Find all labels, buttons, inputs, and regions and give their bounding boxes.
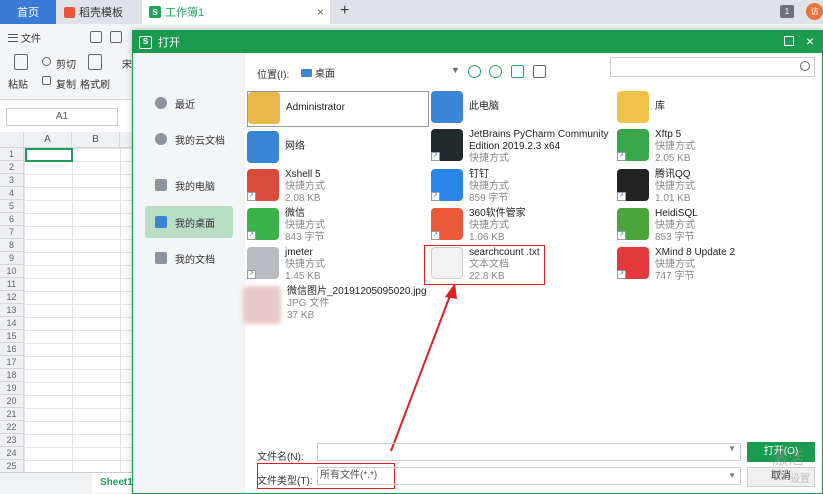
- copy-icon[interactable]: [42, 76, 51, 85]
- tab-template-label: 稻壳模板: [79, 7, 123, 19]
- row-header[interactable]: 8: [0, 239, 24, 252]
- row-header[interactable]: 4: [0, 187, 24, 200]
- file-menu-button[interactable]: 文件: [8, 30, 41, 45]
- format-painter-icon[interactable]: [88, 54, 102, 70]
- sheet-tab[interactable]: Sheet1: [92, 473, 133, 493]
- column-header-c[interactable]: [120, 132, 132, 148]
- activation-watermark-sub: 设置: [790, 474, 810, 485]
- row-header[interactable]: 20: [0, 395, 24, 408]
- column-header-b[interactable]: B: [72, 132, 120, 148]
- row-header[interactable]: 11: [0, 278, 24, 291]
- row-header[interactable]: 12: [0, 291, 24, 304]
- filename-label: 文件名(N):: [257, 452, 304, 463]
- cell-area[interactable]: [24, 148, 132, 472]
- docer-icon: [64, 6, 75, 18]
- row-header[interactable]: 1: [0, 148, 24, 161]
- row-header[interactable]: 21: [0, 408, 24, 421]
- font-name-box[interactable]: 宋: [122, 56, 132, 71]
- corner-cell[interactable]: [0, 132, 24, 148]
- chevron-down-icon[interactable]: ▼: [728, 468, 736, 484]
- row-header[interactable]: 6: [0, 213, 24, 226]
- sheet-tab-bar: Sheet1: [0, 472, 133, 494]
- file-menu-label: 文件: [21, 34, 41, 45]
- close-icon[interactable]: ×: [317, 5, 324, 19]
- row-header[interactable]: 3: [0, 174, 24, 187]
- spreadsheet-grid[interactable]: A B 1 2 3 4 5 6 7 8 9 10 11 12 13 14 15 16 17 18 19 20 21 22 2…: [0, 132, 132, 473]
- add-tab-icon[interactable]: +: [340, 2, 349, 20]
- selected-cell[interactable]: [25, 148, 73, 162]
- row-header[interactable]: 5: [0, 200, 24, 213]
- row-header[interactable]: 23: [0, 434, 24, 447]
- tab-template[interactable]: 稻壳模板: [58, 0, 140, 24]
- tab-workbook[interactable]: S 工作簿1 ×: [142, 0, 330, 24]
- tab-bar: 首页 稻壳模板 S 工作簿1 × + 1 访: [0, 0, 823, 24]
- row-header[interactable]: 19: [0, 382, 24, 395]
- save-icon[interactable]: [90, 31, 102, 43]
- row-header[interactable]: 2: [0, 161, 24, 174]
- row-header[interactable]: 7: [0, 226, 24, 239]
- column-header-a[interactable]: A: [24, 132, 72, 148]
- row-header[interactable]: 18: [0, 369, 24, 382]
- window-count-badge[interactable]: 1: [780, 5, 794, 18]
- paste-label[interactable]: 粘贴: [8, 76, 28, 91]
- red-arrow: [390, 283, 457, 452]
- arrow-head: [445, 283, 457, 299]
- open-file-dialog: S 打开 × 最近 我的云文档 我的电脑 我的桌面 我的文档 位置(I): 桌面…: [132, 30, 823, 494]
- scissors-icon[interactable]: [42, 57, 51, 66]
- row-header[interactable]: 10: [0, 265, 24, 278]
- copy-label[interactable]: 复制: [56, 76, 76, 91]
- row-header[interactable]: 24: [0, 447, 24, 460]
- filetype-select[interactable]: 所有文件(*.*) ▼: [317, 467, 741, 485]
- row-header[interactable]: 16: [0, 343, 24, 356]
- tab-home[interactable]: 首页: [0, 0, 56, 24]
- cut-label[interactable]: 剪切: [56, 56, 76, 71]
- paste-icon[interactable]: [14, 54, 28, 70]
- arrow-line: [390, 292, 452, 452]
- menu-icon: [8, 33, 18, 42]
- filetype-value: 所有文件(*.*): [320, 470, 378, 481]
- row-header[interactable]: 17: [0, 356, 24, 369]
- row-header[interactable]: 14: [0, 317, 24, 330]
- avatar[interactable]: 访: [806, 3, 823, 20]
- row-header[interactable]: 13: [0, 304, 24, 317]
- spreadsheet-icon: S: [149, 6, 161, 18]
- print-icon[interactable]: [110, 31, 122, 43]
- filename-input[interactable]: ▼: [317, 443, 741, 461]
- chevron-down-icon[interactable]: ▼: [728, 444, 736, 453]
- row-header[interactable]: 22: [0, 421, 24, 434]
- name-box[interactable]: A1: [6, 108, 118, 126]
- format-painter-label[interactable]: 格式刷: [80, 76, 110, 91]
- filetype-label: 文件类型(T):: [257, 476, 313, 487]
- tab-home-label: 首页: [17, 7, 39, 19]
- tab-workbook-label: 工作簿1: [165, 7, 205, 19]
- row-header[interactable]: 15: [0, 330, 24, 343]
- row-header[interactable]: 9: [0, 252, 24, 265]
